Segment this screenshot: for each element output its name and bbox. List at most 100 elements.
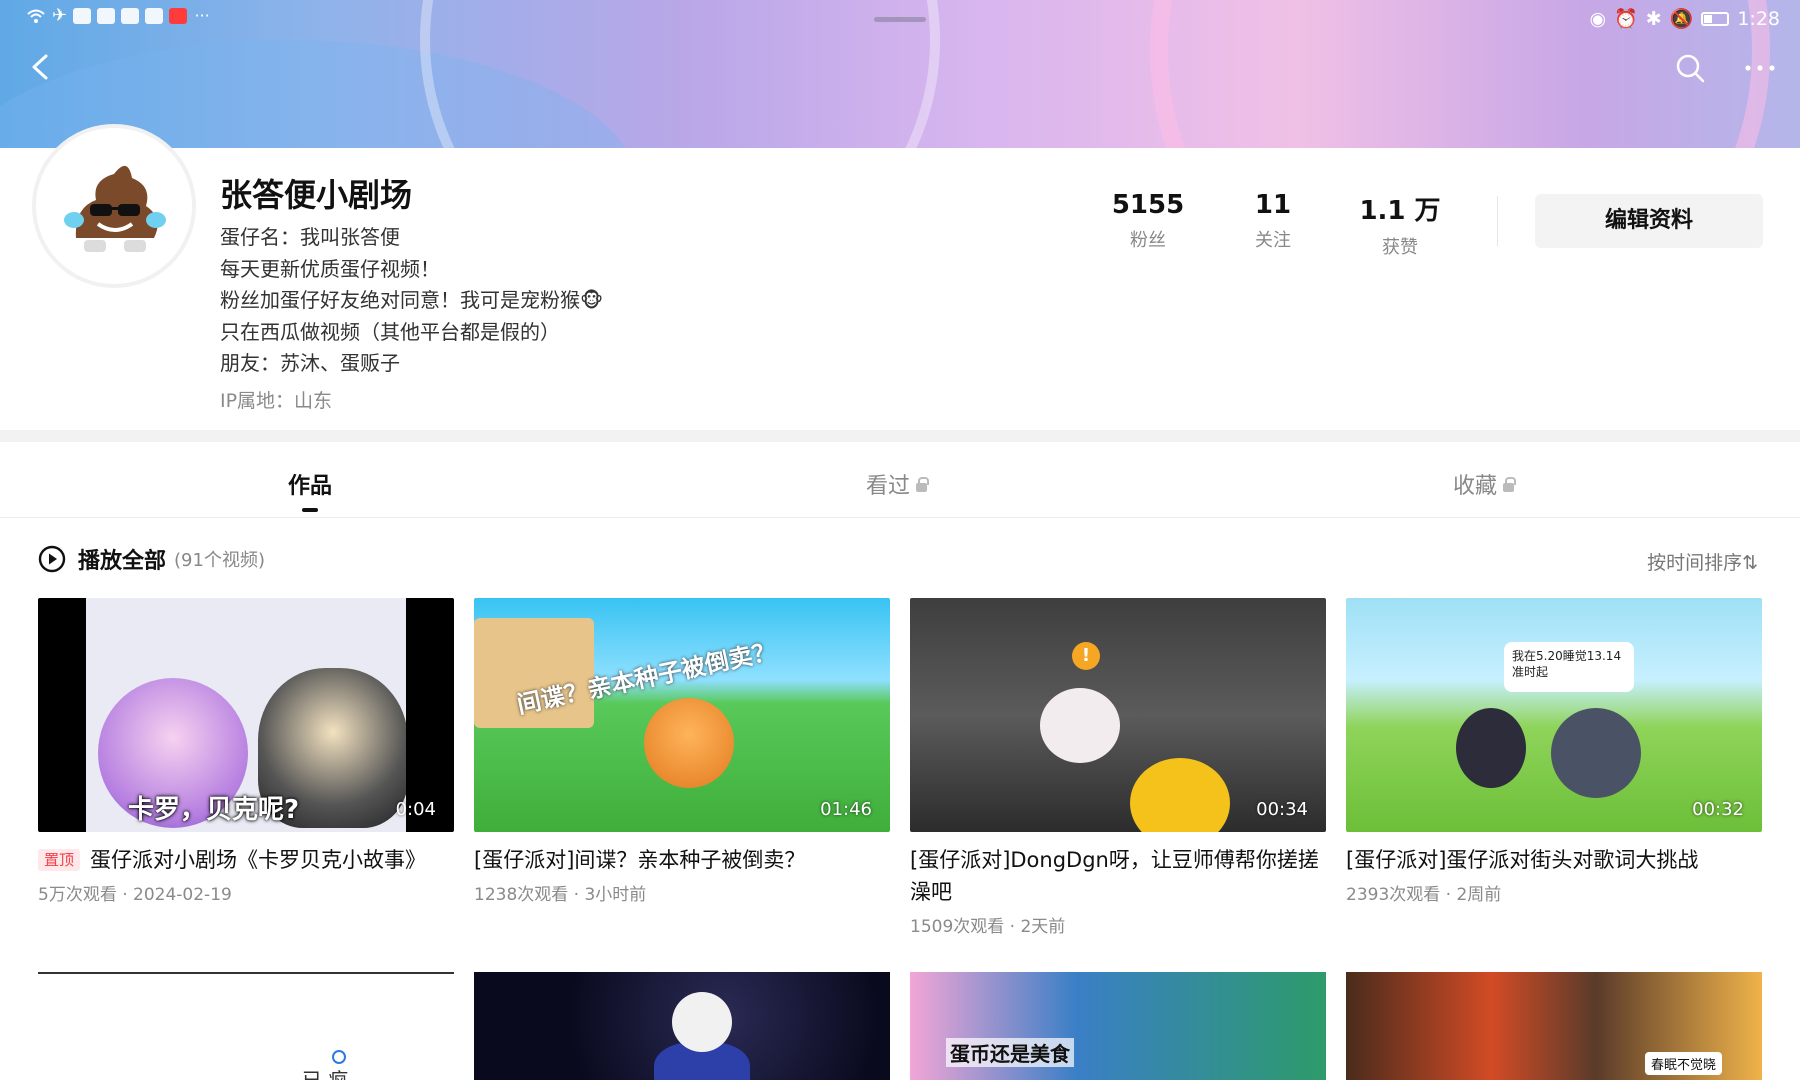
music-app-icon bbox=[121, 8, 140, 24]
thumbnail-art bbox=[332, 1050, 346, 1064]
more-button[interactable] bbox=[1742, 52, 1778, 84]
video-meta: 2393次观看 · 2周前 bbox=[1346, 885, 1502, 905]
bio-line: 蛋仔名：我叫张答便 bbox=[220, 225, 400, 249]
letterbox bbox=[406, 598, 454, 832]
stat-likes[interactable]: 1.1 万 获赞 bbox=[1340, 190, 1460, 259]
thumbnail-art bbox=[644, 698, 734, 788]
thumbnail-caption: ! bbox=[1072, 642, 1100, 670]
video-title[interactable]: [蛋仔派对]蛋仔派对街头对歌词大挑战 bbox=[1346, 844, 1762, 876]
bluetooth-icon: ✱ bbox=[1645, 7, 1662, 30]
thumbnail-art bbox=[1040, 688, 1120, 763]
video-thumbnail[interactable]: 已 疯 bbox=[38, 972, 454, 1080]
video-meta: 1238次观看 · 3小时前 bbox=[474, 885, 647, 905]
search-button[interactable] bbox=[1674, 52, 1706, 84]
video-duration: 01:46 bbox=[820, 799, 872, 820]
alarm-icon: ⏰ bbox=[1614, 8, 1638, 30]
ip-location: IP属地：山东 bbox=[220, 390, 333, 412]
video-title-text: 蛋仔派对小剧场《卡罗贝克小故事》 bbox=[90, 848, 427, 872]
search-icon bbox=[1676, 54, 1705, 83]
content-tabs: 作品 看过 收藏 bbox=[0, 442, 1800, 518]
tab-watched[interactable]: 看过 bbox=[866, 468, 930, 500]
thumbnail-art bbox=[1456, 708, 1526, 788]
status-icons-right: ◉ ⏰ ✱ 🔕 1:28 bbox=[1589, 7, 1780, 31]
stat-fans[interactable]: 5155 粉丝 bbox=[1088, 190, 1208, 252]
thumbnail-caption: 已 疯 bbox=[302, 1068, 349, 1080]
video-duration: 00:34 bbox=[1256, 799, 1308, 820]
video-card[interactable]: 我在5.20睡觉13.14准时起 00:32 [蛋仔派对]蛋仔派对街头对歌词大挑… bbox=[1346, 598, 1762, 905]
video-thumbnail[interactable] bbox=[474, 972, 890, 1080]
play-circle-icon bbox=[38, 545, 66, 573]
wifi-icon bbox=[27, 9, 45, 23]
video-card[interactable]: 间谍？亲本种子被倒卖？ 01:46 [蛋仔派对]间谍？亲本种子被倒卖？ 1238… bbox=[474, 598, 890, 905]
video-title[interactable]: 置顶 蛋仔派对小剧场《卡罗贝克小故事》 bbox=[38, 844, 454, 876]
lock-icon bbox=[916, 477, 930, 492]
edit-profile-button[interactable]: 编辑资料 bbox=[1535, 194, 1763, 248]
music-icon bbox=[97, 8, 116, 24]
thumbnail-caption: 蛋币还是美食 bbox=[946, 1038, 1074, 1067]
video-duration: 0:04 bbox=[395, 799, 436, 820]
back-button[interactable] bbox=[26, 50, 54, 84]
thumbnail-caption: 春眠不觉晓 bbox=[1644, 1052, 1722, 1075]
letterbox bbox=[38, 598, 86, 832]
profile-bio: 蛋仔名：我叫张答便 每天更新优质蛋仔视频！ 粉丝加蛋仔好友绝对同意！我可是宠粉猴… bbox=[220, 222, 603, 380]
bio-line: 只在西瓜做视频（其他平台都是假的） bbox=[220, 319, 560, 344]
thumbnail-art bbox=[672, 992, 732, 1052]
video-thumbnail[interactable]: 间谍？亲本种子被倒卖？ 01:46 bbox=[474, 598, 890, 832]
mute-icon: 🔕 bbox=[1669, 8, 1694, 30]
avatar[interactable] bbox=[32, 124, 196, 288]
profile-name: 张答便小剧场 bbox=[220, 176, 413, 214]
tab-label: 看过 bbox=[866, 474, 911, 499]
thumbnail-art bbox=[1130, 758, 1230, 832]
divider bbox=[1497, 196, 1498, 246]
pinned-badge: 置顶 bbox=[38, 849, 81, 871]
video-thumbnail[interactable]: ! 00:34 bbox=[910, 598, 1326, 832]
clock-app-icon bbox=[145, 8, 164, 24]
status-bar: ✈ ··· ◉ ⏰ ✱ 🔕 1:28 bbox=[0, 0, 1800, 36]
video-title[interactable]: [蛋仔派对]DongDgn呀，让豆师傅帮你搓搓澡吧 bbox=[910, 844, 1326, 908]
drag-handle[interactable] bbox=[874, 17, 926, 22]
section-divider bbox=[0, 430, 1800, 442]
video-card[interactable]: 卡罗，贝克呢? 0:04 置顶 蛋仔派对小剧场《卡罗贝克小故事》 5万次观看 · … bbox=[38, 598, 454, 905]
tab-label: 收藏 bbox=[1453, 474, 1498, 499]
stat-label: 粉丝 bbox=[1130, 230, 1166, 251]
thumbnail-caption: 我在5.20睡觉13.14准时起 bbox=[1504, 642, 1634, 692]
video-count: (91个视频) bbox=[174, 550, 265, 571]
thumbnail-art bbox=[1551, 708, 1641, 798]
bio-line: 每天更新优质蛋仔视频！ bbox=[220, 256, 440, 281]
battery-icon bbox=[1701, 11, 1730, 26]
status-icons-left: ✈ ··· bbox=[26, 5, 211, 26]
video-card[interactable]: ! 00:34 [蛋仔派对]DongDgn呀，让豆师傅帮你搓搓澡吧 1509次观… bbox=[910, 598, 1326, 937]
video-thumbnail[interactable]: 我在5.20睡觉13.14准时起 00:32 bbox=[1346, 598, 1762, 832]
airplane-icon: ✈ bbox=[52, 5, 68, 26]
video-icon bbox=[73, 8, 92, 24]
notification-app-icon bbox=[169, 8, 188, 24]
tab-favorites[interactable]: 收藏 bbox=[1453, 468, 1517, 500]
active-tab-indicator bbox=[302, 508, 318, 512]
stat-following[interactable]: 11 关注 bbox=[1213, 190, 1333, 252]
bio-line: 粉丝加蛋仔好友绝对同意！我可是宠粉猴🐵 bbox=[220, 288, 604, 312]
tab-works[interactable]: 作品 bbox=[288, 468, 332, 512]
bio-line: 朋友：苏沐、蛋贩子 bbox=[220, 351, 400, 375]
more-notifications-icon: ··· bbox=[194, 6, 210, 25]
stat-value: 11 bbox=[1254, 190, 1292, 220]
stat-value: 1.1 万 bbox=[1359, 196, 1441, 226]
video-meta: 5万次观看 · 2024-02-19 bbox=[38, 885, 232, 905]
avatar-image bbox=[36, 128, 192, 284]
video-thumbnail[interactable]: 春眠不觉晓 bbox=[1346, 972, 1762, 1080]
stat-label: 获赞 bbox=[1382, 237, 1418, 258]
video-meta: 1509次观看 · 2天前 bbox=[910, 917, 1066, 937]
back-arrow-icon bbox=[32, 54, 48, 80]
thumbnail-caption: 卡罗，贝克呢? bbox=[128, 795, 300, 825]
video-duration: 00:32 bbox=[1692, 799, 1744, 820]
video-title[interactable]: [蛋仔派对]间谍？亲本种子被倒卖？ bbox=[474, 844, 890, 876]
stat-label: 关注 bbox=[1255, 230, 1291, 251]
play-all-label: 播放全部 bbox=[78, 549, 167, 574]
video-thumbnail[interactable]: 卡罗，贝克呢? 0:04 bbox=[38, 598, 454, 832]
status-time: 1:28 bbox=[1737, 7, 1780, 30]
stat-value: 5155 bbox=[1111, 190, 1185, 220]
play-all-button[interactable]: 播放全部 (91个视频) bbox=[38, 543, 265, 575]
video-thumbnail[interactable]: 蛋币还是美食 bbox=[910, 972, 1326, 1080]
more-dots-icon bbox=[1745, 65, 1775, 71]
sort-by-time-button[interactable]: 按时间排序⇅ bbox=[1647, 548, 1758, 575]
lock-icon bbox=[1503, 477, 1517, 492]
